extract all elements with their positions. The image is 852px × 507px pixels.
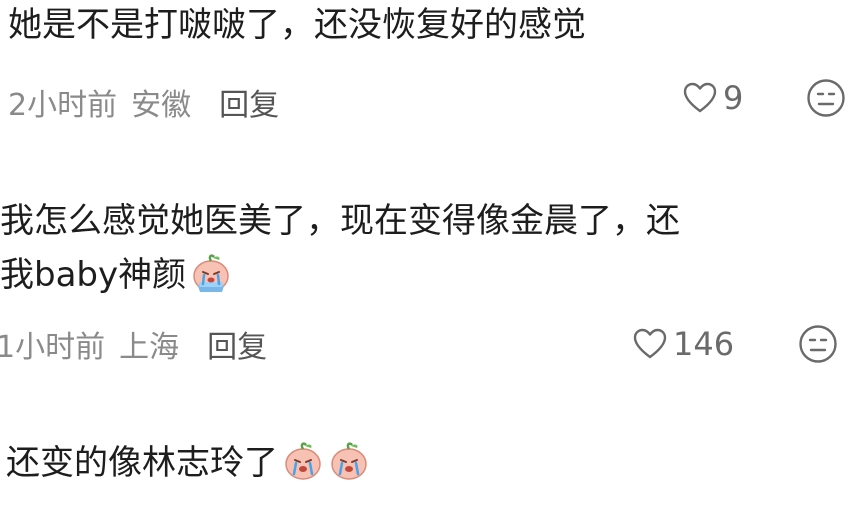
- heart-outline-icon: [683, 82, 717, 113]
- comment-text: 我怎么感觉她医美了，现在变得像金晨了，还: [0, 201, 680, 241]
- comment-meta: 2小时前 安徽 回复: [8, 80, 279, 124]
- comment-location: 安徽: [131, 88, 192, 123]
- comment-meta: 1小时前 上海 回复: [0, 322, 267, 366]
- like-button[interactable]: 9: [683, 76, 743, 120]
- comment-location: 上海: [119, 330, 180, 365]
- comment-text-line: 还变的像林志玲了: [6, 440, 370, 486]
- reply-button[interactable]: 回复: [207, 322, 267, 366]
- heart-outline-icon: [633, 328, 667, 359]
- reply-button[interactable]: 回复: [219, 80, 279, 124]
- crying-peach-emoji: [285, 442, 321, 480]
- crying-peach-emoji: [331, 442, 367, 480]
- like-count: 9: [723, 79, 744, 117]
- meh-face-icon[interactable]: [798, 324, 838, 364]
- comment-time: 1小时前: [0, 330, 106, 365]
- meh-face-icon[interactable]: [806, 78, 846, 118]
- like-button[interactable]: 146: [633, 322, 734, 366]
- comment-text: 她是不是打啵啵了，还没恢复好的感觉: [8, 5, 586, 45]
- comment-text: 还变的像林志玲了: [6, 443, 278, 483]
- comment-text: 我baby神颜: [0, 255, 187, 295]
- crying-peach-emoji: [193, 254, 229, 292]
- like-count: 146: [673, 325, 735, 363]
- comment-time: 2小时前: [8, 88, 118, 123]
- comment-text-line2: 我baby神颜: [0, 252, 232, 298]
